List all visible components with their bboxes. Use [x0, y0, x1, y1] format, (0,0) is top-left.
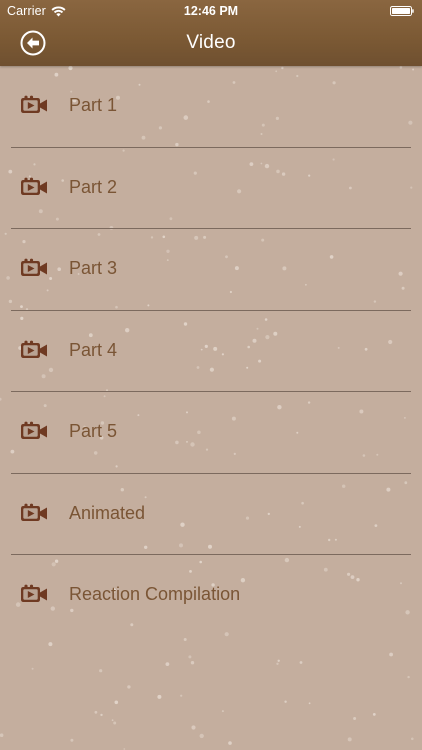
list-item-label: Part 1 — [69, 95, 118, 115]
video-camera-icon — [21, 177, 47, 195]
status-time: 12:46 PM — [183, 4, 239, 18]
battery-icon — [390, 6, 414, 16]
list-item[interactable]: Part 2 — [0, 148, 422, 229]
list-item-label: Part 2 — [69, 176, 118, 197]
list-item-label: Animated — [69, 502, 146, 523]
video-list: Part 1 Part 2 Part 3 Part 4 Part 5 Anima… — [0, 66, 422, 637]
list-item[interactable]: Reaction Compilation — [0, 555, 422, 637]
list-item-label: Part 3 — [69, 258, 118, 278]
page-title: Video — [186, 32, 236, 53]
list-item-label: Reaction Compilation — [69, 584, 241, 604]
app-header: Carrier 12:46 PM Video — [0, 0, 422, 66]
video-camera-icon — [21, 503, 47, 521]
list-item-label: Part 4 — [69, 339, 118, 360]
list-item[interactable]: Part 3 — [0, 229, 422, 311]
list-item[interactable]: Part 1 — [0, 66, 422, 148]
app-screen: Carrier 12:46 PM Video Part 1 Part 2 Par… — [0, 0, 422, 750]
video-camera-icon — [21, 584, 47, 602]
list-item[interactable]: Animated — [0, 474, 422, 555]
list-item-label: Part 5 — [69, 421, 118, 441]
video-camera-icon — [21, 258, 47, 276]
status-bar: Carrier 12:46 PM — [0, 0, 422, 22]
video-camera-icon — [21, 340, 47, 358]
video-camera-icon — [21, 95, 47, 113]
video-camera-icon — [21, 421, 47, 439]
navigation-bar: Video — [0, 22, 422, 66]
list-item[interactable]: Part 4 — [0, 311, 422, 392]
list-item[interactable]: Part 5 — [0, 392, 422, 474]
